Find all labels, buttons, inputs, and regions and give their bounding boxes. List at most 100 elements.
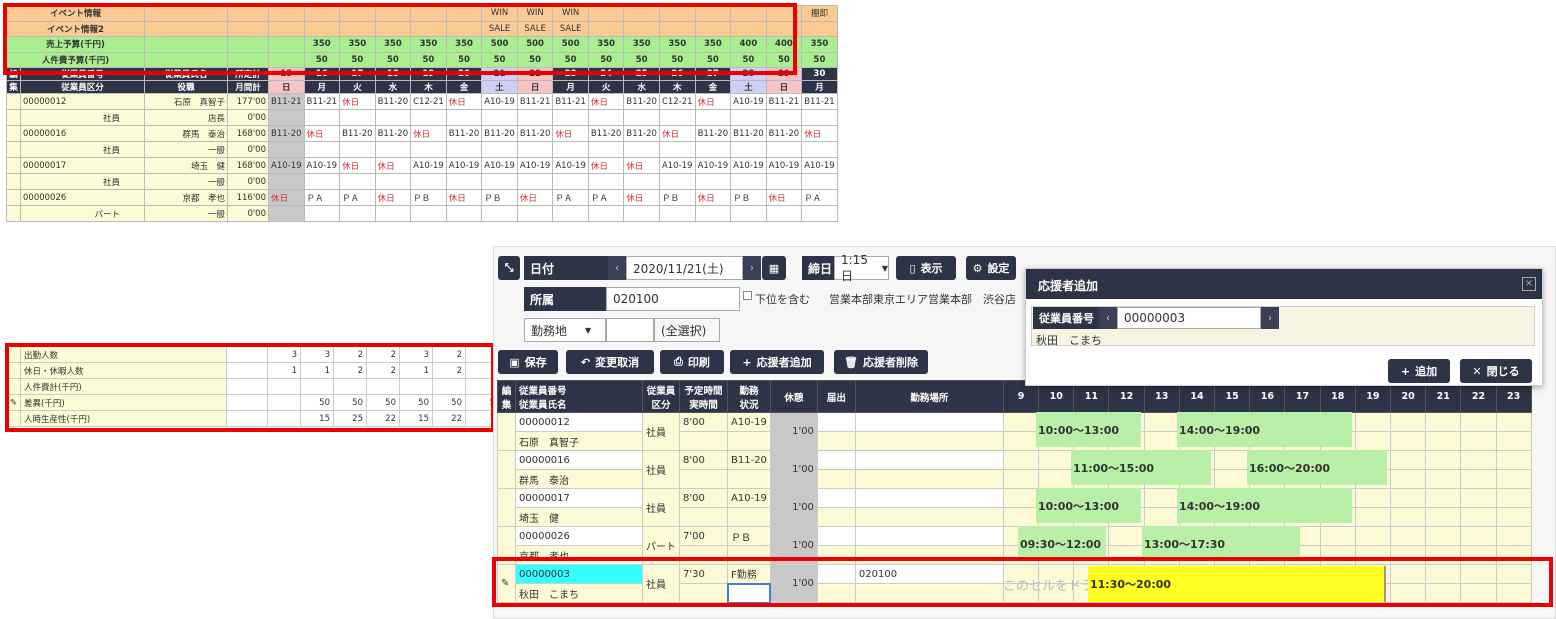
- shift-cell[interactable]: B11-20: [730, 125, 767, 142]
- table-row[interactable]: 00000017 社員 8'00 A10-19 1'00: [497, 488, 1532, 527]
- shift-cell[interactable]: 休日: [587, 157, 625, 174]
- shift-cell[interactable]: A10-19: [481, 157, 518, 174]
- popup-close-button[interactable]: ✕ 閉じる: [1460, 359, 1532, 383]
- shift-cell[interactable]: A10-19: [730, 93, 767, 110]
- add-helper-button[interactable]: + 応援者追加: [730, 350, 824, 374]
- shift-cell[interactable]: 休日: [445, 189, 483, 206]
- shift-cell[interactable]: B11-20: [694, 125, 732, 142]
- shift-cell[interactable]: 休日: [303, 125, 341, 142]
- shift-cell[interactable]: B11-20: [587, 125, 625, 142]
- shift-cell[interactable]: ＰＢ: [481, 189, 518, 206]
- shift-cell[interactable]: ＰＡ: [339, 189, 376, 206]
- shift-cell[interactable]: A10-19: [694, 157, 732, 174]
- table-row[interactable]: 00000026 京都 孝也 116'00 休日 ＰＡ ＰＡ 休日 ＰＢ 休日 ＰＢ 休日 ＰＡ ＰＡ 休…: [6, 189, 838, 206]
- shift-time-block[interactable]: 09:30～12:00: [1018, 526, 1106, 561]
- shift-cell[interactable]: 休日: [552, 125, 589, 142]
- shift-cell[interactable]: B11-20: [765, 125, 803, 142]
- shift-cell[interactable]: B11-20: [374, 93, 412, 110]
- shift-cell[interactable]: B11-21: [801, 93, 838, 110]
- emp-no-input[interactable]: 00000003: [1117, 307, 1261, 329]
- shift-cell[interactable]: B11-20: [623, 125, 660, 142]
- date-input[interactable]: 2020/11/21(土): [626, 256, 743, 280]
- shift-time-block[interactable]: 10:00～13:00: [1036, 488, 1141, 523]
- include-sub-checkbox[interactable]: [743, 291, 752, 300]
- settings-button[interactable]: ⚙ 設定: [966, 256, 1016, 280]
- shift-cell[interactable]: 休日: [268, 189, 305, 206]
- shift-cell[interactable]: A10-19: [268, 157, 305, 174]
- helper-time-block[interactable]: 11:30～20:00: [1088, 566, 1386, 602]
- collapse-button[interactable]: ⤡: [498, 256, 520, 280]
- location-input[interactable]: [606, 318, 654, 342]
- shift-cell[interactable]: ＰＡ: [801, 189, 838, 206]
- table-row[interactable]: 00000012 社員 8'00 A10-19 1'00: [497, 412, 1532, 451]
- shift-time-block[interactable]: 11:00～15:00: [1071, 450, 1211, 485]
- delete-helper-button[interactable]: 🗑 応援者削除: [834, 350, 928, 374]
- print-button[interactable]: ⎙ 印刷: [660, 350, 724, 374]
- shift-cell[interactable]: B11-20: [374, 125, 412, 142]
- shift-cell[interactable]: ＰＢ: [410, 189, 447, 206]
- shift-cell[interactable]: B11-21: [303, 93, 341, 110]
- shift-time-block[interactable]: 14:00～19:00: [1177, 412, 1352, 447]
- shift-cell[interactable]: B11-21: [516, 93, 554, 110]
- shift-cell[interactable]: ＰＡ: [552, 189, 589, 206]
- table-row[interactable]: 00000017 埼玉 健 168'00 A10-19 A10-19 休日 休日 A10-19…: [6, 157, 838, 174]
- shift-cell[interactable]: 休日: [694, 189, 732, 206]
- shift-time-block[interactable]: 13:00～17:30: [1142, 526, 1300, 561]
- shift-cell[interactable]: B11-21: [268, 93, 305, 110]
- table-row[interactable]: 00000026 パート 7'00 ＰＢ 1'00: [497, 526, 1532, 565]
- shift-cell[interactable]: 休日: [587, 93, 625, 110]
- shift-cell[interactable]: B11-20: [516, 125, 554, 142]
- shift-cell[interactable]: A10-19: [801, 157, 838, 174]
- shift-cell[interactable]: B11-20: [623, 93, 660, 110]
- emp-next-button[interactable]: ›: [1261, 307, 1279, 329]
- shift-time-block[interactable]: 14:00～19:00: [1177, 488, 1352, 523]
- location-select[interactable]: 勤務地 ▼: [524, 318, 606, 342]
- shift-cell[interactable]: 休日: [374, 157, 412, 174]
- shift-cell[interactable]: B11-20: [445, 125, 483, 142]
- shift-cell[interactable]: A10-19: [552, 157, 589, 174]
- shift-cell[interactable]: A10-19: [765, 157, 803, 174]
- shift-cell[interactable]: B11-20: [339, 125, 376, 142]
- shift-cell[interactable]: ＰＢ: [658, 189, 696, 206]
- shift-cell[interactable]: B11-20: [481, 125, 518, 142]
- shift-cell[interactable]: A10-19: [730, 157, 767, 174]
- date-next-button[interactable]: ›: [743, 256, 761, 280]
- calendar-button[interactable]: ▦: [762, 256, 786, 280]
- table-row[interactable]: 00000012 石原 真智子 177'00 B11-21 B11-21 休日 B11-20…: [6, 93, 838, 110]
- shift-cell[interactable]: 休日: [516, 189, 554, 206]
- shift-cell[interactable]: 休日: [801, 125, 838, 142]
- shift-cell[interactable]: B11-21: [765, 93, 803, 110]
- shift-cell[interactable]: 休日: [623, 157, 660, 174]
- close-icon[interactable]: ×: [1522, 277, 1536, 291]
- shift-cell[interactable]: A10-19: [303, 157, 341, 174]
- shift-cell[interactable]: A10-19: [445, 157, 483, 174]
- shift-cell[interactable]: B11-21: [552, 93, 589, 110]
- shift-cell[interactable]: C12-21: [658, 93, 696, 110]
- shift-cell[interactable]: 休日: [339, 157, 376, 174]
- shift-cell[interactable]: 休日: [658, 125, 696, 142]
- shift-cell[interactable]: 休日: [339, 93, 376, 110]
- shift-cell[interactable]: 休日: [445, 93, 483, 110]
- shift-time-block[interactable]: 10:00～13:00: [1036, 412, 1141, 447]
- cancel-changes-button[interactable]: ↶ 変更取消: [566, 350, 654, 374]
- popup-add-button[interactable]: + 追加: [1388, 359, 1450, 383]
- shift-cell[interactable]: A10-19: [481, 93, 518, 110]
- close-day-select[interactable]: 1:15日 ▼: [834, 253, 889, 283]
- shift-cell[interactable]: 休日: [410, 125, 447, 142]
- save-button[interactable]: ▣ 保存: [498, 350, 558, 374]
- shift-cell[interactable]: B11-20: [268, 125, 305, 142]
- shift-cell[interactable]: A10-19: [658, 157, 696, 174]
- shift-cell[interactable]: ＰＡ: [303, 189, 341, 206]
- shift-cell[interactable]: 休日: [765, 189, 803, 206]
- show-button[interactable]: ▯ 表示: [896, 256, 956, 280]
- shift-cell[interactable]: C12-21: [410, 93, 447, 110]
- shift-cell[interactable]: 休日: [374, 189, 412, 206]
- shift-time-block[interactable]: 16:00～20:00: [1247, 450, 1387, 485]
- shift-cell[interactable]: A10-19: [516, 157, 554, 174]
- shift-cell[interactable]: ＰＡ: [587, 189, 625, 206]
- date-prev-button[interactable]: ‹: [608, 256, 626, 280]
- shift-cell[interactable]: ＰＢ: [730, 189, 767, 206]
- shift-cell[interactable]: 休日: [623, 189, 660, 206]
- shift-cell[interactable]: A10-19: [410, 157, 447, 174]
- dept-input[interactable]: 020100: [606, 287, 740, 311]
